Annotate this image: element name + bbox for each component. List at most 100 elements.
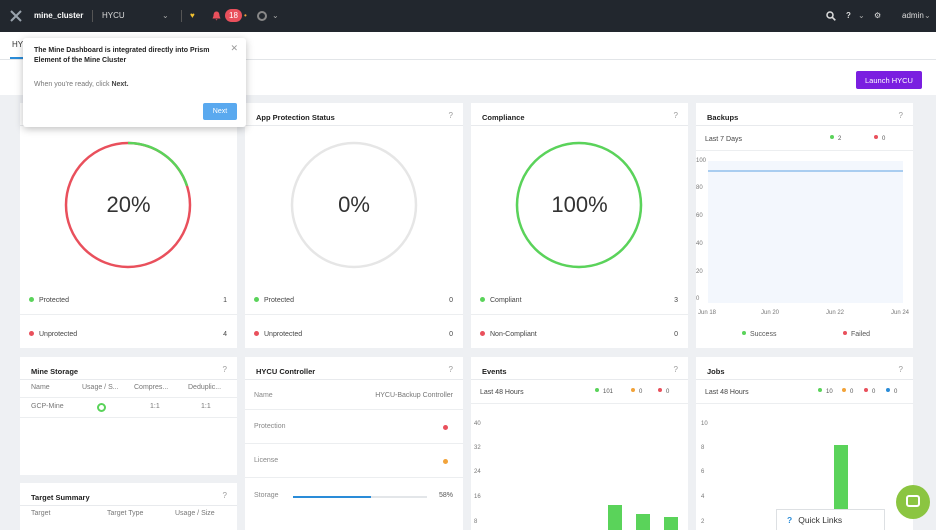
help-icon[interactable]: ? [674,365,678,374]
card-title: HYCU Controller [256,367,316,376]
launch-hycu-button[interactable]: Launch HYCU [856,71,922,89]
divider [181,10,182,22]
cluster-name[interactable]: mine_cluster [34,0,83,32]
red-dot-icon [480,330,485,336]
chat-button[interactable] [896,485,930,519]
product-menu[interactable]: HYCU [102,0,125,32]
app-protection-percent: 0% [338,192,370,217]
protection-row: Protection [254,423,453,430]
close-icon[interactable]: ✕ [230,43,238,54]
period-label: Last 48 Hours [705,389,749,396]
divider [20,417,237,418]
vm-protection-percent: 20% [106,192,151,217]
red-dot-icon [874,135,878,140]
compression-ratio: 1:1 [150,403,160,410]
alerts-bell-icon[interactable] [212,0,221,32]
blue-dot-icon [886,388,890,393]
row-label: Protection [254,423,286,430]
column-header[interactable]: Name [31,384,50,391]
error-count: 0 [658,388,670,395]
chevron-down-icon[interactable]: ⌄ [924,0,931,32]
y-tick: 40 [474,421,481,427]
column-header[interactable]: Target [31,510,50,517]
legend-label: Unprotected [264,331,303,338]
chevron-down-icon[interactable]: ⌄ [162,0,169,32]
help-icon[interactable]: ? [223,491,227,500]
x-tick: Jun 24 [891,310,910,316]
help-icon[interactable]: ? [899,111,903,120]
divider [92,10,93,22]
help-icon[interactable]: ? [449,365,453,374]
target-summary-card: Target Summary ? Target Target Type Usag… [20,483,237,530]
green-dot-icon [742,331,746,336]
y-tick: 20 [696,269,703,275]
y-tick: 8 [474,519,478,525]
license-status-dot-icon [443,459,448,464]
column-header[interactable]: Target Type [107,510,143,517]
card-title: Compliance [482,113,525,122]
help-icon[interactable]: ? [899,365,903,374]
events-bar[interactable] [664,517,678,530]
legend-label: Failed [851,331,871,338]
column-header[interactable]: Compres... [134,384,168,391]
next-button[interactable]: Next [203,103,237,120]
divider [20,397,237,398]
chevron-down-icon[interactable]: ⌄ [858,0,865,32]
count-value: 0 [872,389,876,395]
divider [696,125,913,126]
card-title: Backups [707,113,739,122]
legend-value: 0 [449,331,453,338]
y-tick: 10 [701,421,708,427]
failed-count: 0 [874,135,885,142]
search-icon[interactable] [826,0,836,32]
alert-count-badge[interactable]: 18 [225,9,242,22]
count-value: 0 [850,389,854,395]
warning-dot-icon[interactable]: • [244,0,247,32]
jobs-card: Jobs ? Last 48 Hours 10 0 0 0 10 8 6 4 2 [696,357,913,530]
legend-label: Unprotected [39,331,78,338]
x-tick: Jun 22 [826,310,845,316]
events-bar[interactable] [608,504,622,530]
protection-status-dot-icon [443,425,448,430]
y-tick: 6 [701,469,705,475]
column-header[interactable]: Usage / Size [175,510,215,517]
y-tick: 60 [696,213,703,219]
divider [696,150,913,151]
user-menu[interactable]: admin [902,0,924,32]
prism-logo-icon[interactable] [10,0,26,32]
app-protection-card: App Protection Status ? 0% Protected 0 U… [245,103,463,348]
count-value: 0 [666,389,670,395]
task-status-icon[interactable] [257,11,267,21]
row-label: Storage [254,492,279,499]
card-title: Target Summary [31,493,90,502]
card-title: Jobs [707,367,725,376]
health-heart-icon[interactable]: ♥ [190,0,195,32]
chat-bubble-icon [906,495,920,507]
divider [471,314,688,315]
gear-icon[interactable]: ⚙ [874,0,881,32]
help-icon[interactable]: ? [223,365,227,374]
top-navigation-bar: mine_cluster HYCU ⌄ ♥ 18 • ⌄ ? ⌄ ⚙ admin… [0,0,936,32]
divider [20,505,237,506]
legend-value: 0 [449,297,453,304]
chevron-down-icon[interactable]: ⌄ [272,0,279,32]
divider [245,314,463,315]
divider [245,125,463,126]
success-count: 2 [830,135,841,142]
column-header[interactable]: Deduplic... [188,384,221,391]
help-icon[interactable]: ? [674,111,678,120]
divider [245,409,463,410]
legend-label: Success [750,331,777,338]
red-dot-icon [658,388,662,393]
column-header[interactable]: Usage / S... [82,384,119,391]
help-icon[interactable]: ? [846,0,851,32]
green-dot-icon [830,135,834,140]
help-icon[interactable]: ? [449,111,453,120]
quick-links-button[interactable]: ? Quick Links [776,509,885,530]
y-tick: 0 [696,296,700,302]
legend-success: Success [742,331,776,338]
tab-hycu-dashboard[interactable]: HY [12,40,23,49]
events-bar[interactable] [636,514,650,530]
green-dot-icon [29,296,34,302]
controller-name: HYCU-Backup Controller [375,392,453,399]
